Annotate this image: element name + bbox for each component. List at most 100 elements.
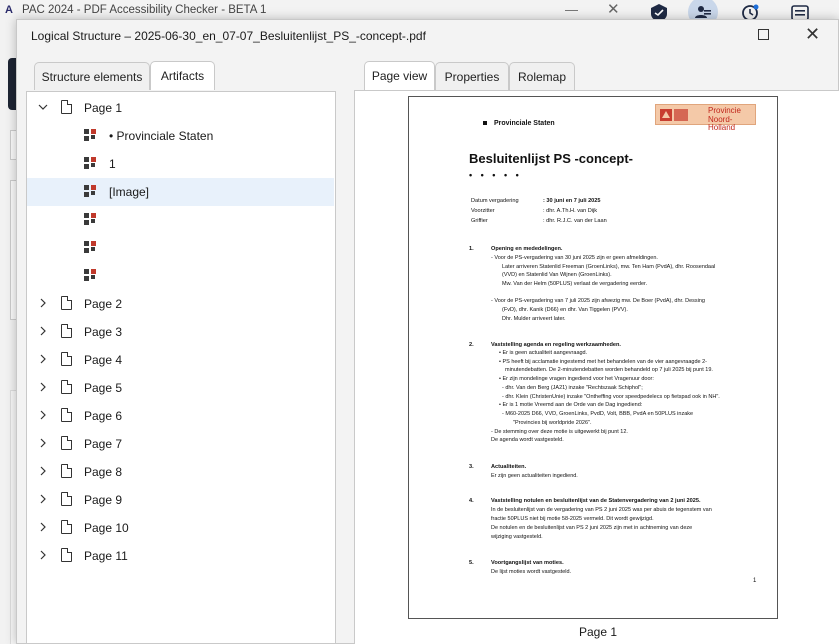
tree-item-artifact[interactable] (27, 262, 334, 290)
tree-item-page-1[interactable]: Page 1 (27, 94, 334, 122)
province-logo-icon (660, 108, 690, 122)
page-icon (61, 492, 72, 506)
tree-item-page-4[interactable]: Page 4 (27, 346, 334, 374)
tab-rolemap[interactable]: Rolemap (509, 62, 575, 90)
doc-line: In de besluitenlijst van de vergadering … (491, 507, 712, 513)
doc-line: (FvD), dhr. Kanik (D66) en dhr. Van Tigg… (502, 307, 628, 313)
tab-properties[interactable]: Properties (435, 62, 509, 90)
page-icon (61, 548, 72, 562)
doc-line: Dhr. Mulder arriveert later. (502, 316, 566, 322)
page-icon (61, 464, 72, 478)
tree-item-page-10[interactable]: Page 10 (27, 514, 334, 542)
app-left-panel (0, 20, 16, 644)
chevron-right-icon[interactable] (38, 522, 48, 532)
doc-line: • Er is 1 motie Vreemd aan de Orde van d… (499, 402, 643, 408)
meta-value: : dhr. A.Th.H. van Dijk (543, 208, 598, 214)
doc-line: fractie 50PLUS niet bij motie 58-2025 ve… (491, 516, 654, 522)
tree-item-label: [Image] (109, 185, 150, 199)
tree-item-label: Page 11 (84, 549, 128, 563)
section-number: 4. (469, 498, 474, 504)
chevron-right-icon[interactable] (38, 326, 48, 336)
tree-item-artifact[interactable]: • Provinciale Staten (27, 122, 334, 150)
section-heading: Vaststelling agenda en regeling werkzaam… (491, 342, 621, 348)
section-number: 1. (469, 246, 474, 252)
logo-text: Provincie Noord-Holland (708, 106, 755, 133)
tree-item-label: • Provinciale Staten (109, 129, 214, 143)
chevron-right-icon[interactable] (38, 410, 48, 420)
doc-line: Later arriveren Statenlid Freeman (Groen… (502, 264, 716, 270)
tree-item-page-7[interactable]: Page 7 (27, 430, 334, 458)
tree-item-label: Page 5 (84, 381, 123, 395)
doc-line: - De stemming over deze motie is uitgewe… (491, 429, 628, 435)
artifact-icon (84, 129, 97, 142)
app-minimize-button[interactable]: — (565, 2, 578, 17)
tree-item-page-9[interactable]: Page 9 (27, 486, 334, 514)
logical-structure-dialog: Logical Structure – 2025-06-30_en_07-07_… (16, 19, 839, 644)
tree-item-label: Page 7 (84, 437, 123, 451)
page-icon (61, 324, 72, 338)
page-caption: Page 1 (578, 625, 618, 639)
doc-line: - Voor de PS-vergadering van 7 juli 2025… (491, 298, 705, 304)
page-preview[interactable]: Provinciale Staten Provincie Noord-Holla… (408, 96, 778, 619)
meta-key: Datum vergadering (471, 198, 519, 204)
artifact-icon (84, 269, 97, 282)
meta-key: Griffier (471, 218, 488, 224)
chevron-right-icon[interactable] (38, 494, 48, 504)
chevron-right-icon[interactable] (38, 466, 48, 476)
app-title: PAC 2024 - PDF Accessibility Checker - B… (22, 4, 267, 16)
tree-item-artifact[interactable] (27, 206, 334, 234)
app-logo-icon: A (5, 4, 13, 16)
chevron-right-icon[interactable] (38, 354, 48, 364)
meta-key: Voorzitter (471, 208, 495, 214)
tab-structure-elements[interactable]: Structure elements (34, 62, 150, 90)
tree-item-label: Page 10 (84, 521, 129, 535)
page-icon (61, 436, 72, 450)
app-close-button[interactable]: ✕ (607, 0, 620, 18)
chevron-down-icon[interactable] (38, 102, 48, 112)
tree-item-label: Page 2 (84, 297, 123, 311)
tree-item-artifact-selected[interactable]: [Image] (27, 178, 334, 206)
dialog-title: Logical Structure – 2025-06-30_en_07-07_… (31, 29, 426, 43)
chevron-right-icon[interactable] (38, 438, 48, 448)
section-number: 2. (469, 342, 474, 348)
page-icon (61, 352, 72, 366)
meta-value: : 30 juni en 7 juli 2025 (543, 198, 601, 204)
chevron-right-icon[interactable] (38, 298, 48, 308)
doc-line: • Er zijn mondelinge vragen ingediend vo… (499, 376, 654, 382)
section-number: 5. (469, 560, 474, 566)
page-icon (61, 100, 72, 114)
logo-line: Noord-Holland (708, 114, 736, 132)
tree-item-label: Page 4 (84, 353, 123, 367)
tree-item-page-2[interactable]: Page 2 (27, 290, 334, 318)
artifact-icon (84, 185, 97, 198)
dialog-close-button[interactable]: ✕ (805, 23, 820, 45)
tree-item-artifact[interactable]: 1 (27, 150, 334, 178)
doc-line: Er zijn geen actualiteiten ingediend. (491, 473, 578, 479)
tree-item-label: Page 6 (84, 409, 123, 423)
doc-line: wijziging vastgesteld. (491, 534, 543, 540)
tree-item-page-3[interactable]: Page 3 (27, 318, 334, 346)
chevron-right-icon[interactable] (38, 382, 48, 392)
tree-item-page-11[interactable]: Page 11 (27, 542, 334, 570)
tab-artifacts[interactable]: Artifacts (150, 61, 215, 90)
section-heading: Opening en mededelingen. (491, 246, 563, 252)
tree-item-page-6[interactable]: Page 6 (27, 402, 334, 430)
app-nav-button[interactable] (8, 58, 16, 110)
doc-line: • PS heeft bij acclamatie ingestemd met … (499, 359, 708, 365)
doc-line: Mw. Van der Helm (50PLUS) verlaat de ver… (502, 281, 648, 287)
page-icon (61, 408, 72, 422)
maximize-button[interactable] (758, 29, 769, 40)
tree-item-artifact[interactable] (27, 234, 334, 262)
doc-line: - M60-2025 D66, VVD, GroenLinks, PvdD, V… (502, 411, 694, 417)
tree-item-page-5[interactable]: Page 5 (27, 374, 334, 402)
doc-line: • Er is geen actualiteit aangevraagd. (499, 350, 588, 356)
doc-line: - Voor de PS-vergadering van 30 juni 202… (491, 255, 658, 261)
doc-line: (VVD) en Statenlid Van Wijnen (GroenLink… (502, 272, 612, 278)
tree-item-label: 1 (109, 157, 116, 171)
chevron-right-icon[interactable] (38, 550, 48, 560)
doc-line: - dhr. Van den Berg (JA21) inzake "Recht… (502, 385, 643, 391)
artifact-icon (84, 157, 97, 170)
tab-page-view[interactable]: Page view (364, 61, 435, 90)
tree-item-page-8[interactable]: Page 8 (27, 458, 334, 486)
tree-item-label: Page 9 (84, 493, 123, 507)
